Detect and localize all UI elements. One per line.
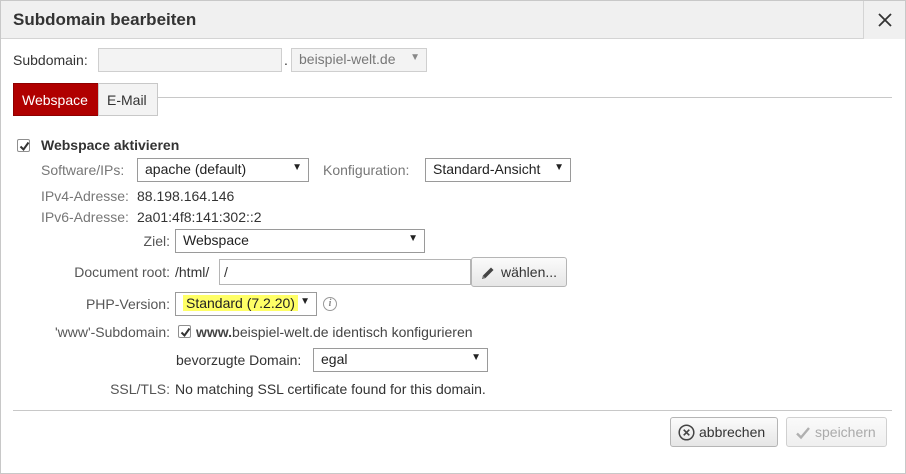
chevron-down-icon: ▼ <box>554 162 564 173</box>
info-icon[interactable]: i <box>323 297 337 311</box>
cancel-button[interactable]: abbrechen <box>670 417 778 447</box>
software-label: Software/IPs: <box>41 162 125 178</box>
save-button[interactable]: speichern <box>786 417 887 447</box>
checkmark-icon <box>19 141 30 152</box>
ziel-select[interactable]: Webspace ▼ <box>175 229 425 253</box>
checkmark-icon <box>796 427 810 440</box>
tab-webspace[interactable]: Webspace <box>13 83 99 116</box>
subdomain-input[interactable] <box>98 48 282 72</box>
php-version-select[interactable]: Standard (7.2.20) ▼ <box>175 292 317 316</box>
document-root-input[interactable] <box>219 259 471 285</box>
www-prefix: www. <box>196 324 233 340</box>
ziel-select-value: Webspace <box>183 232 249 248</box>
pencil-icon <box>482 267 494 279</box>
webspace-activate-label: Webspace aktivieren <box>41 137 180 153</box>
subdomain-label: Subdomain: <box>13 52 88 68</box>
chevron-down-icon: ▼ <box>292 162 302 173</box>
preferred-domain-select-value: egal <box>321 351 348 367</box>
konfiguration-select-value: Standard-Ansicht <box>433 161 541 177</box>
choose-button[interactable]: wählen... <box>471 257 567 287</box>
close-button[interactable] <box>863 1 905 39</box>
software-select-value: apache (default) <box>145 161 247 177</box>
php-version-label: PHP-Version: <box>85 296 170 312</box>
close-icon <box>878 13 892 27</box>
domain-select-value: beispiel-welt.de <box>299 51 396 67</box>
tab-divider <box>158 97 892 98</box>
ziel-label: Ziel: <box>143 233 170 249</box>
cancel-button-label: abbrechen <box>699 424 766 440</box>
konfiguration-select[interactable]: Standard-Ansicht ▼ <box>425 158 571 182</box>
php-version-select-value: Standard (7.2.20) <box>183 295 298 311</box>
ipv6-value: 2a01:4f8:141:302::2 <box>137 209 262 225</box>
www-subdomain-label: 'www'-Subdomain: <box>54 324 170 340</box>
save-button-label: speichern <box>815 424 876 440</box>
ipv4-value: 88.198.164.146 <box>137 188 235 204</box>
chevron-down-icon: ▼ <box>300 296 310 307</box>
www-description: beispiel-welt.de identisch konfigurieren <box>232 324 473 340</box>
www-subdomain-text: www.beispiel-welt.de identisch konfiguri… <box>196 324 473 340</box>
footer-divider <box>13 410 892 411</box>
ssl-label: SSL/TLS: <box>110 381 170 397</box>
edit-subdomain-dialog: Subdomain bearbeiten Subdomain: . beispi… <box>0 0 906 474</box>
webspace-activate-checkbox[interactable] <box>17 139 30 152</box>
dialog-titlebar: Subdomain bearbeiten <box>1 1 905 39</box>
x-circle-icon <box>678 424 695 441</box>
chevron-down-icon: ▼ <box>471 352 481 363</box>
preferred-domain-label: bevorzugte Domain: <box>176 352 302 368</box>
software-select[interactable]: apache (default) ▼ <box>137 158 309 182</box>
dialog-title: Subdomain bearbeiten <box>13 10 197 29</box>
konfiguration-label: Konfiguration: <box>323 162 410 178</box>
checkmark-icon <box>180 327 191 338</box>
ipv6-label: IPv6-Adresse: <box>41 209 129 225</box>
document-root-prefix: /html/ <box>175 264 210 280</box>
domain-select[interactable]: beispiel-welt.de ▼ <box>291 48 427 72</box>
document-root-label: Document root: <box>74 264 170 280</box>
choose-button-label: wählen... <box>501 264 558 280</box>
ipv4-label: IPv4-Adresse: <box>41 188 129 204</box>
subdomain-dot-separator: . <box>284 52 288 68</box>
chevron-down-icon: ▼ <box>410 52 420 63</box>
www-subdomain-checkbox[interactable] <box>178 325 191 338</box>
ssl-status: No matching SSL certificate found for th… <box>175 381 486 397</box>
chevron-down-icon: ▼ <box>408 233 418 244</box>
preferred-domain-select[interactable]: egal ▼ <box>313 348 488 372</box>
tab-email[interactable]: E-Mail <box>98 83 158 116</box>
